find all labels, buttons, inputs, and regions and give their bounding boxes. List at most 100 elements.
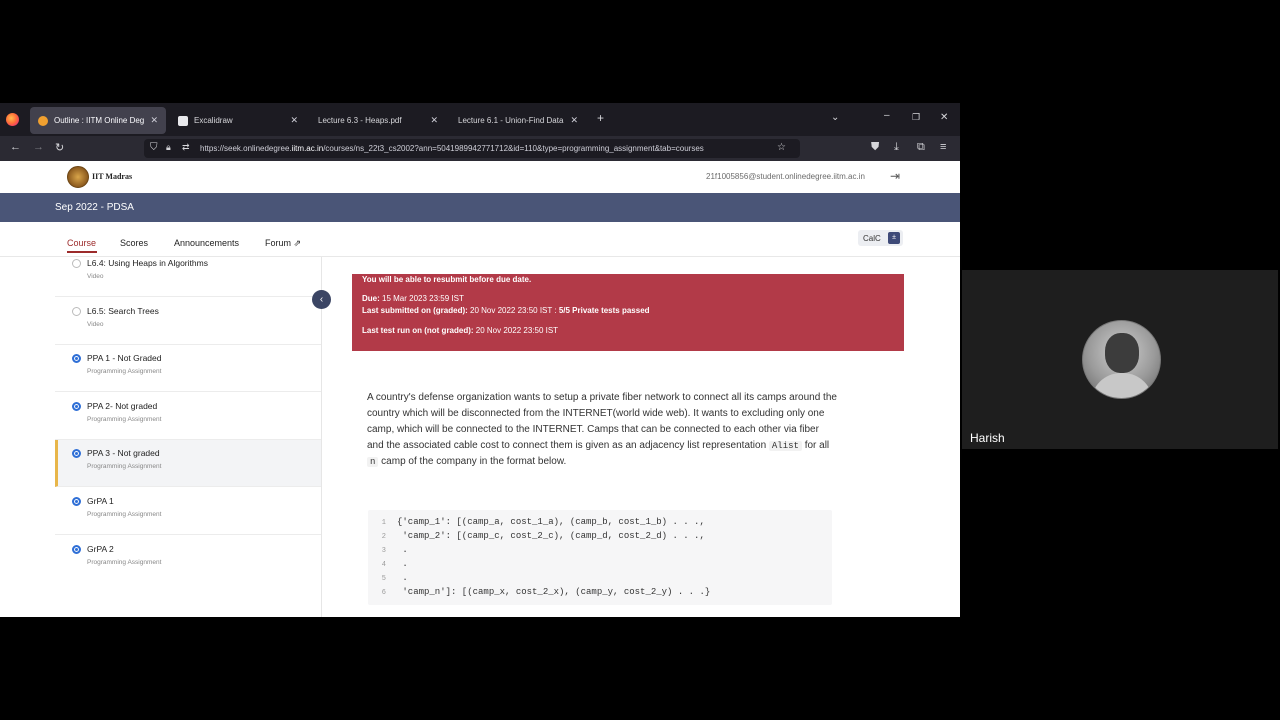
navigation-bar: ← → ↻ ⛉ 🔒︎ ⇄ https://seek.onlinedegree. i… bbox=[0, 136, 960, 161]
code-line: 4 . bbox=[368, 559, 408, 573]
line-number: 5 bbox=[381, 575, 386, 583]
sidebar-item-ppa-2[interactable]: PPA 2- Not graded Programming Assignment bbox=[55, 393, 321, 440]
minimize-icon[interactable]: – bbox=[884, 110, 890, 121]
tab-scores[interactable]: Scores bbox=[120, 238, 148, 248]
new-tab-plus-icon[interactable]: + bbox=[597, 111, 604, 125]
firefox-logo-icon[interactable] bbox=[6, 113, 19, 126]
browser-tab-union-find-pdf[interactable]: Lecture 6.1 - Union-Find Data Struc ✕ bbox=[450, 107, 586, 134]
tab-title: Lecture 6.3 - Heaps.pdf bbox=[318, 116, 402, 125]
inline-code-n: n bbox=[367, 457, 379, 467]
testrun-value: 20 Nov 2022 23:50 IST bbox=[473, 326, 559, 335]
close-icon[interactable]: ✕ bbox=[290, 115, 298, 126]
code-text: . bbox=[397, 573, 408, 583]
sidebar-item-type: Programming Assignment bbox=[87, 559, 162, 566]
sidebar-item-grpa-2[interactable]: GrPA 2 Programming Assignment bbox=[55, 536, 321, 583]
tab-title: Lecture 6.1 - Union-Find Data Struc bbox=[458, 116, 564, 125]
bookmark-star-icon[interactable]: ☆ bbox=[777, 142, 786, 153]
extensions-icon[interactable]: ⧉ bbox=[917, 141, 925, 154]
sidebar-item-ppa-1[interactable]: PPA 1 - Not Graded Programming Assignmen… bbox=[55, 345, 321, 392]
course-bar: Sep 2022 - PDSA bbox=[0, 193, 960, 222]
tab-course[interactable]: Course bbox=[67, 238, 98, 253]
code-line: 1 {'camp_1': [(camp_a, cost_1_a), (camp_b… bbox=[368, 517, 705, 531]
tab-announcements[interactable]: Announcements bbox=[174, 238, 239, 248]
sidebar-item-l6-4[interactable]: L6.4: Using Heaps in Algorithms Video bbox=[55, 257, 321, 297]
code-text: {'camp_1': [(camp_a, cost_1_a), (camp_b,… bbox=[397, 517, 705, 527]
status-circle-icon bbox=[72, 259, 81, 268]
code-block: 1 {'camp_1': [(camp_a, cost_1_a), (camp_b… bbox=[368, 510, 832, 605]
problem-text-b: for all bbox=[801, 440, 830, 451]
line-number: 6 bbox=[381, 589, 386, 597]
course-sidebar: L6.4: Using Heaps in Algorithms Video L6… bbox=[55, 257, 322, 617]
course-title: Sep 2022 - PDSA bbox=[55, 202, 134, 213]
resubmit-notice: You will be able to resubmit before due … bbox=[362, 275, 532, 284]
browser-tab-outline[interactable]: Outline : IITM Online Degree ✕ bbox=[30, 107, 166, 134]
close-icon[interactable]: ✕ bbox=[430, 115, 438, 126]
sidebar-item-label: PPA 3 - Not graded bbox=[87, 448, 160, 458]
close-icon[interactable]: ✕ bbox=[570, 115, 578, 126]
sidebar-item-type: Programming Assignment bbox=[87, 368, 162, 375]
shield-icon[interactable]: ⛉ bbox=[150, 142, 158, 153]
due-date: Due: 15 Mar 2023 23:59 IST bbox=[362, 294, 464, 303]
testrun-label: Last test run on (not graded): bbox=[362, 326, 474, 335]
back-arrow-icon[interactable]: ← bbox=[10, 141, 21, 153]
sidebar-item-label: L6.5: Search Trees bbox=[87, 306, 159, 316]
tab-forum[interactable]: Forum ⇗ bbox=[265, 238, 301, 249]
url-prefix: https://seek.onlinedegree. bbox=[200, 144, 292, 153]
submission-status-box: You will be able to resubmit before due … bbox=[352, 274, 904, 351]
avatar-body bbox=[1091, 373, 1153, 398]
sidebar-item-grpa-1[interactable]: GrPA 1 Programming Assignment bbox=[55, 488, 321, 535]
collapse-sidebar-button[interactable]: ‹ bbox=[312, 290, 331, 309]
close-icon[interactable]: ✕ bbox=[150, 115, 158, 126]
download-icon[interactable]: ⤓ bbox=[894, 141, 899, 154]
status-circle-icon bbox=[72, 307, 81, 316]
pocket-icon[interactable]: ⛊ bbox=[871, 141, 879, 154]
line-number: 3 bbox=[381, 547, 386, 555]
line-number: 2 bbox=[381, 533, 386, 541]
lock-icon[interactable]: 🔒︎ bbox=[166, 142, 171, 153]
code-text: . bbox=[397, 559, 408, 569]
line-number: 4 bbox=[381, 561, 386, 569]
browser-window: Outline : IITM Online Degree ✕ Excalidra… bbox=[0, 103, 960, 617]
permissions-icon[interactable]: ⇄ bbox=[182, 142, 190, 153]
iitm-logo-icon[interactable] bbox=[67, 166, 89, 188]
code-text: . bbox=[397, 545, 408, 555]
restore-icon[interactable]: ❐ bbox=[912, 112, 920, 123]
sidebar-item-type: Programming Assignment bbox=[87, 463, 162, 470]
calc-label: CalC bbox=[863, 233, 881, 243]
code-line: 2 'camp_2': [(camp_c, cost_2_c), (camp_d… bbox=[368, 531, 705, 545]
tab-title: Excalidraw bbox=[194, 116, 233, 125]
calc-button[interactable]: CalC ± bbox=[858, 230, 903, 246]
sidebar-item-type: Video bbox=[87, 273, 104, 280]
sidebar-item-label: PPA 1 - Not Graded bbox=[87, 353, 162, 363]
participant-video-tile[interactable]: Harish bbox=[962, 270, 1278, 449]
code-text: 'camp_2': [(camp_c, cost_2_c), (camp_d, … bbox=[397, 531, 705, 541]
course-tabs: Course Scores Announcements Forum ⇗ CalC… bbox=[0, 222, 960, 257]
sidebar-item-ppa-3[interactable]: PPA 3 - Not graded Programming Assignmen… bbox=[55, 440, 321, 487]
window-close-icon[interactable]: ✕ bbox=[940, 112, 948, 123]
reload-icon[interactable]: ↻ bbox=[55, 141, 64, 154]
status-radio-filled-icon bbox=[72, 402, 81, 411]
calculator-icon: ± bbox=[888, 232, 900, 244]
code-line: 5 . bbox=[368, 573, 408, 587]
browser-tab-excalidraw[interactable]: Excalidraw ✕ bbox=[170, 107, 306, 134]
logo-text: IIT Madras bbox=[92, 172, 133, 181]
sidebar-item-l6-5[interactable]: L6.5: Search Trees Video bbox=[55, 298, 321, 345]
due-value: 15 Mar 2023 23:59 IST bbox=[379, 294, 464, 303]
logout-icon[interactable]: ⇥ bbox=[890, 169, 900, 183]
submitted-label: Last submitted on (graded): bbox=[362, 306, 468, 315]
forward-arrow-icon[interactable]: → bbox=[33, 141, 44, 153]
browser-tab-heaps-pdf[interactable]: Lecture 6.3 - Heaps.pdf ✕ bbox=[310, 107, 446, 134]
due-label: Due: bbox=[362, 294, 380, 303]
status-radio-filled-icon bbox=[72, 545, 81, 554]
problem-text-a: A country's defense organization wants t… bbox=[367, 392, 837, 451]
tab-bar: Outline : IITM Online Degree ✕ Excalidra… bbox=[0, 103, 960, 136]
sidebar-item-type: Video bbox=[87, 321, 104, 328]
url-field[interactable]: ⛉ 🔒︎ ⇄ https://seek.onlinedegree. iitm.ac… bbox=[144, 139, 800, 158]
status-radio-filled-icon bbox=[72, 497, 81, 506]
menu-icon[interactable]: ≡ bbox=[940, 141, 946, 153]
problem-text-c: camp of the company in the format below. bbox=[378, 456, 567, 467]
list-all-tabs-chevron-icon[interactable]: ⌄ bbox=[831, 112, 839, 123]
last-test-run: Last test run on (not graded): 20 Nov 20… bbox=[362, 326, 558, 335]
problem-statement: A country's defense organization wants t… bbox=[367, 390, 837, 470]
code-line: 6 'camp_n']: [(camp_x, cost_2_x), (camp_… bbox=[368, 587, 710, 601]
